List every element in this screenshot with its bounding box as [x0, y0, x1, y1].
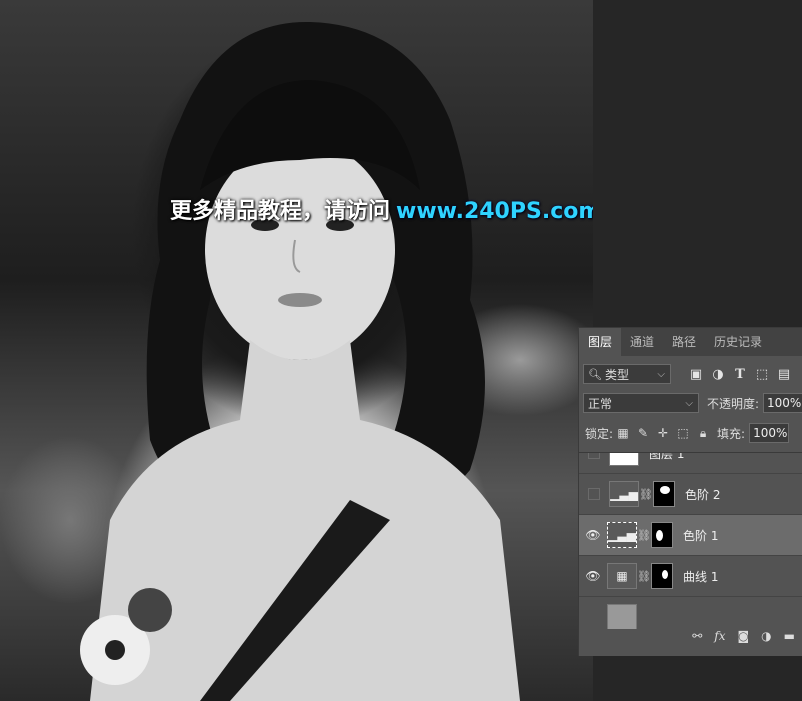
- chevron-down-icon: ⌵: [685, 398, 693, 409]
- lock-artboard-icon[interactable]: ⬚: [673, 426, 693, 440]
- layer-thumbnail: [609, 453, 639, 466]
- layer-row[interactable]: 图层 1: [579, 452, 802, 474]
- tab-layers[interactable]: 图层: [579, 328, 622, 356]
- eye-icon[interactable]: 👁︎: [579, 569, 607, 583]
- blend-row: 正常 ⌵ 不透明度: 100%: [579, 391, 802, 415]
- fill-field[interactable]: 100%: [749, 423, 790, 443]
- layer-name: 色阶 1: [683, 528, 719, 543]
- add-mask-icon[interactable]: ◙: [738, 629, 750, 643]
- layer-row-selected[interactable]: 👁︎ ▁▃▅ ⛓︎ 色阶 1: [579, 515, 802, 556]
- watermark-cn: 更多精品教程，请访问: [170, 199, 391, 224]
- lock-paint-icon[interactable]: ✎: [633, 426, 653, 440]
- layer-name: 图层 1: [649, 452, 685, 461]
- filter-type-value: 类型: [604, 367, 629, 382]
- lock-label: 锁定:: [585, 426, 614, 441]
- panel-footer: ⚯ fx ◙ ◑ ▬: [579, 624, 802, 648]
- link-icon: ⛓︎: [639, 487, 653, 501]
- levels-icon: ▁▃▅: [609, 481, 639, 507]
- layer-name: 曲线 1: [683, 569, 719, 584]
- text-filter-icon[interactable]: T: [729, 367, 751, 382]
- layers-panel: 图层 通道 路径 历史记录 🔍︎ 类型 ⌵ ▣ ◑ T ⬚ ▤ 正常 ⌵ 不透明…: [578, 327, 802, 656]
- filter-row: 🔍︎ 类型 ⌵ ▣ ◑ T ⬚ ▤: [579, 362, 802, 386]
- panel-tabs: 图层 通道 路径 历史记录: [579, 328, 802, 356]
- image-filter-icon[interactable]: ▣: [685, 367, 707, 382]
- curves-icon: ▦: [607, 563, 637, 589]
- photo-silhouette: [80, 21, 520, 701]
- visibility-toggle[interactable]: [588, 453, 600, 459]
- fx-icon[interactable]: fx: [714, 629, 725, 643]
- tab-paths[interactable]: 路径: [663, 328, 705, 356]
- tab-channels[interactable]: 通道: [621, 328, 663, 356]
- lock-transparent-icon[interactable]: ▦: [613, 426, 633, 440]
- levels-icon: ▁▃▅: [607, 522, 637, 548]
- watermark-text: 更多精品教程，请访问 www.240PS.com: [170, 193, 593, 225]
- opacity-label: 不透明度:: [706, 396, 760, 411]
- new-group-icon[interactable]: ▬: [784, 629, 795, 643]
- fill-label: 填充:: [717, 426, 746, 441]
- opacity-field[interactable]: 100%: [763, 393, 802, 413]
- lock-row: 锁定: ▦ ✎ ✛ ⬚ 🔒︎ 填充: 100%: [579, 421, 802, 445]
- layers-list: 图层 1 ▁▃▅ ⛓︎ 色阶 2 👁︎ ▁▃▅ ⛓︎ 色阶 1 👁︎ ▦ ⛓︎ …: [579, 452, 802, 629]
- layer-mask-thumbnail: [653, 481, 675, 507]
- search-icon: 🔍︎: [588, 367, 602, 381]
- eye-icon[interactable]: 👁︎: [579, 528, 607, 542]
- lock-all-icon[interactable]: 🔒︎: [693, 426, 713, 441]
- chevron-down-icon: ⌵: [657, 369, 665, 380]
- watermark-url: www.240PS.com: [396, 199, 593, 224]
- layer-row[interactable]: 👁︎ ▦ ⛓︎ 曲线 1: [579, 556, 802, 597]
- blend-mode-select[interactable]: 正常 ⌵: [583, 393, 699, 413]
- shape-filter-icon[interactable]: ⬚: [751, 367, 773, 382]
- layer-row[interactable]: ▁▃▅ ⛓︎ 色阶 2: [579, 474, 802, 515]
- adjustment-layer-icon[interactable]: ◑: [761, 629, 771, 643]
- layer-mask-thumbnail: [651, 563, 673, 589]
- link-icon: ⛓︎: [637, 528, 651, 542]
- link-icon: ⛓︎: [637, 569, 651, 583]
- smart-object-filter-icon[interactable]: ▤: [773, 367, 795, 382]
- filter-type-select[interactable]: 🔍︎ 类型 ⌵: [583, 364, 671, 384]
- blend-mode-value: 正常: [588, 396, 613, 411]
- visibility-toggle[interactable]: [588, 488, 600, 500]
- tab-history[interactable]: 历史记录: [705, 328, 771, 356]
- layer-name: 色阶 2: [685, 487, 721, 502]
- link-layers-icon[interactable]: ⚯: [692, 629, 702, 643]
- photo-canvas: 更多精品教程，请访问 www.240PS.com: [0, 0, 593, 701]
- adjustment-filter-icon[interactable]: ◑: [707, 367, 729, 382]
- lock-position-icon[interactable]: ✛: [653, 426, 673, 440]
- layer-mask-thumbnail: [651, 522, 673, 548]
